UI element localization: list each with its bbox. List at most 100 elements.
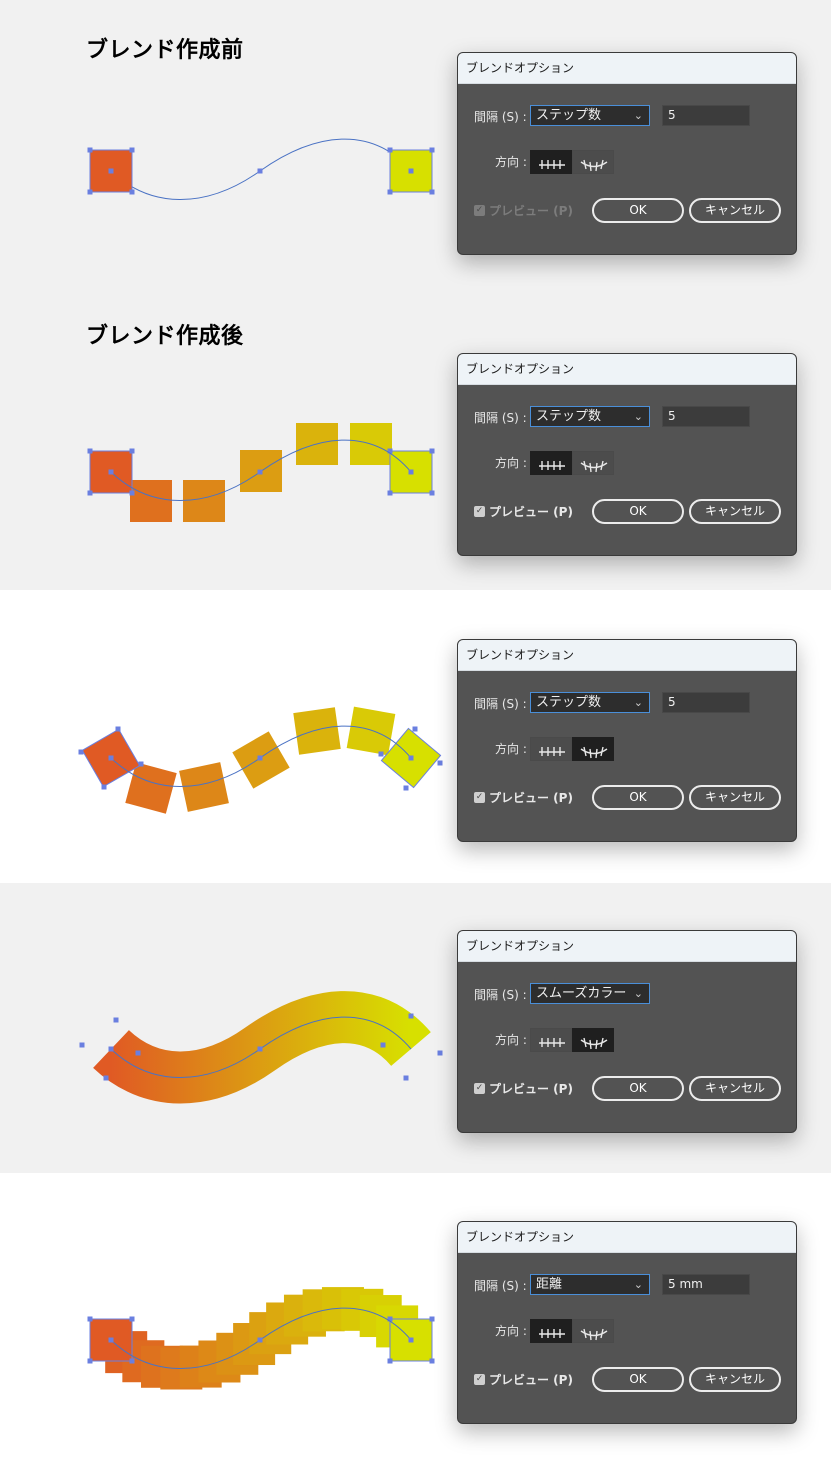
ok-button[interactable]: OK <box>592 1076 684 1101</box>
spacing-number-field[interactable]: 5 <box>662 406 750 427</box>
spacing-label: 間隔 (S) : <box>474 110 527 124</box>
chevron-down-icon: ⌄ <box>633 410 643 423</box>
align-to-page-button[interactable] <box>530 1028 572 1052</box>
anchor-point <box>108 1337 114 1343</box>
orientation-label: 方向 : <box>495 456 527 470</box>
spacing-label: 間隔 (S) : <box>474 988 527 1002</box>
anchor-point <box>129 147 135 153</box>
align-to-path-icon <box>580 1328 608 1341</box>
align-to-page-button[interactable] <box>530 1319 572 1343</box>
anchor-point <box>408 1013 414 1019</box>
anchor-point <box>403 1075 409 1081</box>
cancel-button[interactable]: キャンセル <box>689 1367 781 1392</box>
orientation-label: 方向 : <box>495 742 527 756</box>
preview-checkbox[interactable]: ✓ <box>474 1083 485 1094</box>
spacing-number-field[interactable]: 5 <box>662 692 750 713</box>
spacing-select[interactable]: ステップ数 ⌄ <box>530 692 650 713</box>
anchor-point <box>257 1337 263 1343</box>
dialog-title: ブレンドオプション <box>458 354 796 385</box>
spacing-number-field[interactable]: 5 <box>662 105 750 126</box>
anchor-point <box>78 749 84 755</box>
dialog-title: ブレンドオプション <box>458 1222 796 1253</box>
anchor-point <box>429 1358 435 1364</box>
anchor-point <box>429 147 435 153</box>
anchor-point <box>403 785 409 791</box>
spacing-select-value: ステップ数 <box>536 409 602 424</box>
anchor-point <box>429 448 435 454</box>
anchor-point <box>378 751 384 757</box>
chevron-down-icon: ⌄ <box>633 696 643 709</box>
chevron-down-icon: ⌄ <box>633 1278 643 1291</box>
anchor-point <box>129 448 135 454</box>
anchor-point <box>103 1075 109 1081</box>
cancel-button[interactable]: キャンセル <box>689 198 781 223</box>
cancel-button[interactable]: キャンセル <box>689 499 781 524</box>
align-to-path-button[interactable] <box>572 451 614 475</box>
anchor-point <box>108 168 114 174</box>
ok-button[interactable]: OK <box>592 499 684 524</box>
cancel-button[interactable]: キャンセル <box>689 785 781 810</box>
anchor-point <box>387 189 393 195</box>
anchor-point <box>408 755 414 761</box>
anchor-point <box>408 1337 414 1343</box>
align-to-page-button[interactable] <box>530 451 572 475</box>
ok-button[interactable]: OK <box>592 198 684 223</box>
anchor-point <box>129 1316 135 1322</box>
cancel-button[interactable]: キャンセル <box>689 1076 781 1101</box>
anchor-point <box>408 469 414 475</box>
preview-checkbox[interactable]: ✓ <box>474 1374 485 1385</box>
dialog-title: ブレンドオプション <box>458 931 796 962</box>
align-to-path-button[interactable] <box>572 1319 614 1343</box>
spacing-select-value: 距離 <box>536 1277 563 1292</box>
spacing-select[interactable]: スムーズカラー ⌄ <box>530 983 650 1004</box>
anchor-point <box>101 784 107 790</box>
anchor-point <box>387 490 393 496</box>
blend-step-square <box>179 762 229 812</box>
align-to-path-icon <box>580 460 608 473</box>
spacing-label: 間隔 (S) : <box>474 1279 527 1293</box>
blend-step-square <box>293 707 341 755</box>
spacing-select-value: スムーズカラー <box>536 986 627 1001</box>
ok-button[interactable]: OK <box>592 1367 684 1392</box>
anchor-point <box>257 469 263 475</box>
dialog-title: ブレンドオプション <box>458 53 796 84</box>
ok-button[interactable]: OK <box>592 785 684 810</box>
anchor-point <box>257 1046 263 1052</box>
spacing-number-field[interactable]: 5 mm <box>662 1274 750 1295</box>
blend-step-square <box>346 706 396 756</box>
spacing-select[interactable]: 距離 ⌄ <box>530 1274 650 1295</box>
preview-label: プレビュー (P) <box>489 1373 573 1387</box>
align-to-path-button[interactable] <box>572 1028 614 1052</box>
preview-label: プレビュー (P) <box>489 204 573 218</box>
spacing-select[interactable]: ステップ数 ⌄ <box>530 105 650 126</box>
anchor-point <box>87 1358 93 1364</box>
align-to-page-icon <box>539 1329 565 1338</box>
blend-options-dialog-3: ブレンドオプション 間隔 (S) : ステップ数 ⌄ 5 方向 : ✓ プレビュ… <box>457 639 797 842</box>
anchor-point <box>387 147 393 153</box>
anchor-point <box>408 168 414 174</box>
preview-checkbox[interactable]: ✓ <box>474 792 485 803</box>
blend-options-dialog-2: ブレンドオプション 間隔 (S) : ステップ数 ⌄ 5 方向 : ✓ プレビュ… <box>457 353 797 556</box>
align-to-path-icon <box>580 746 608 759</box>
align-to-page-icon <box>539 461 565 470</box>
align-to-page-icon <box>539 747 565 756</box>
spacing-select[interactable]: ステップ数 ⌄ <box>530 406 650 427</box>
align-to-page-button[interactable] <box>530 737 572 761</box>
anchor-point <box>412 726 418 732</box>
preview-checkbox[interactable]: ✓ <box>474 506 485 517</box>
anchor-point <box>87 147 93 153</box>
align-to-path-button[interactable] <box>572 150 614 174</box>
blend-options-dialog-4: ブレンドオプション 間隔 (S) : スムーズカラー ⌄ 方向 : ✓ プレビュ… <box>457 930 797 1133</box>
anchor-point <box>108 755 114 761</box>
dialog-title: ブレンドオプション <box>458 640 796 671</box>
spacing-select-value: ステップ数 <box>536 695 602 710</box>
anchor-point <box>129 189 135 195</box>
preview-label: プレビュー (P) <box>489 791 573 805</box>
anchor-point <box>257 755 263 761</box>
align-to-page-button[interactable] <box>530 150 572 174</box>
align-to-path-button[interactable] <box>572 737 614 761</box>
preview-checkbox[interactable]: ✓ <box>474 205 485 216</box>
anchor-point <box>79 1042 85 1048</box>
align-to-page-icon <box>539 1038 565 1047</box>
spacing-select-value: ステップ数 <box>536 108 602 123</box>
